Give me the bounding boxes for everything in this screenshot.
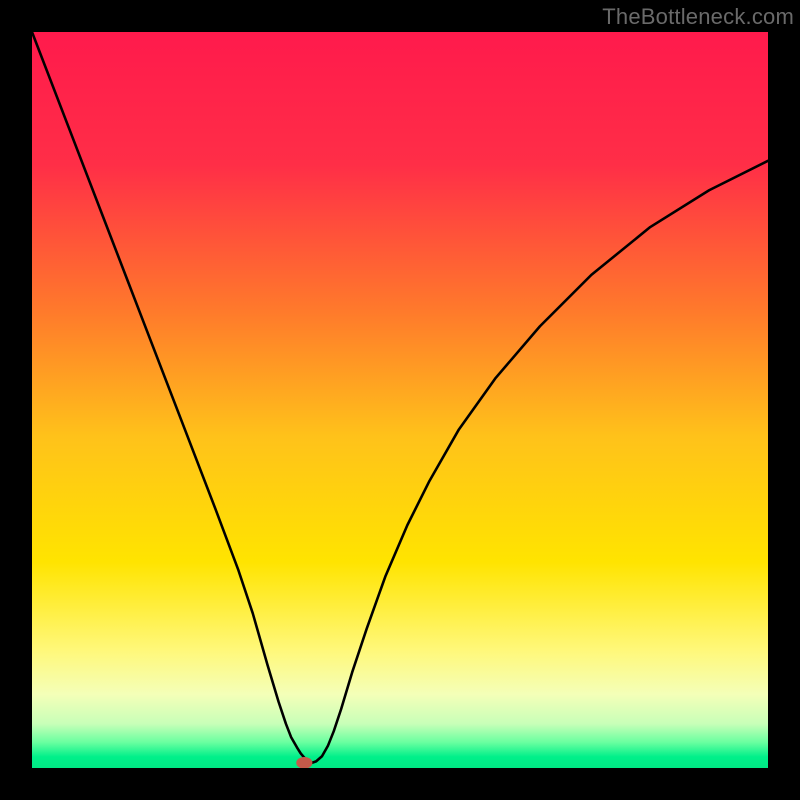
plot-area: [32, 32, 768, 768]
watermark-text: TheBottleneck.com: [602, 4, 794, 30]
gradient-background: [32, 32, 768, 768]
chart-svg: [32, 32, 768, 768]
outer-frame: TheBottleneck.com: [0, 0, 800, 800]
